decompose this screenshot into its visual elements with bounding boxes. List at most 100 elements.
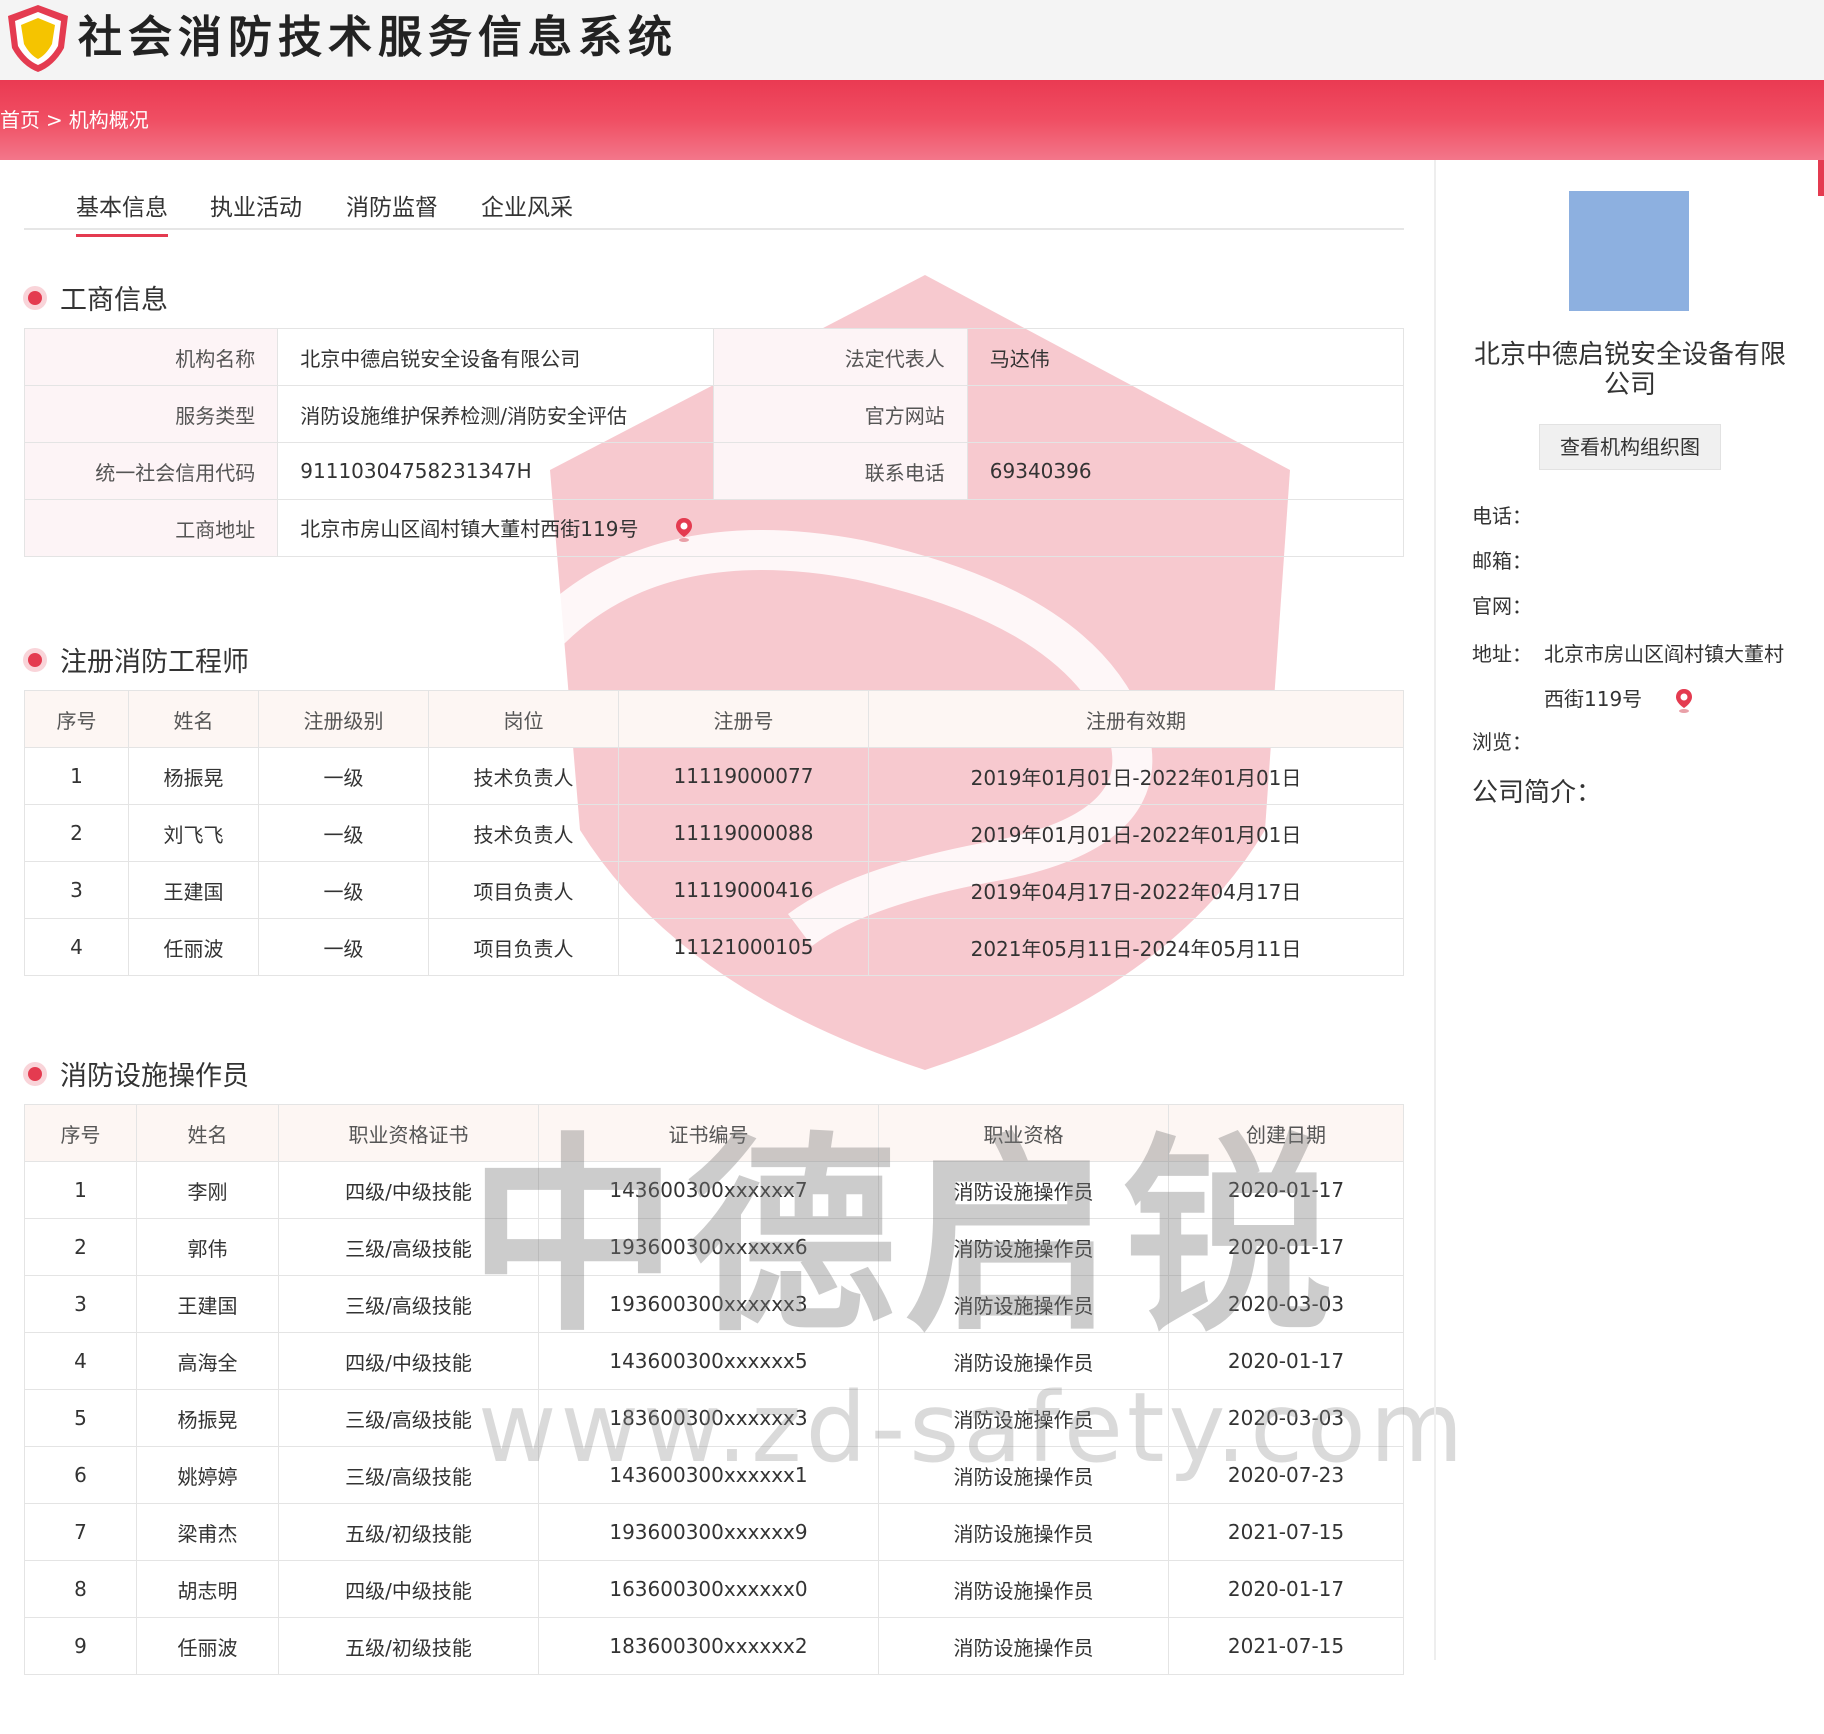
sidebar-company-name: 北京中德启锐安全设备有限公司 [1473,340,1786,400]
table-cell: 四级/中级技能 [278,1332,539,1390]
table-cell: 技术负责人 [428,747,619,805]
table-cell: 消防设施操作员 [878,1617,1169,1675]
tab-company-style[interactable]: 企业风采 [481,188,573,234]
table-cell: 193600300xxxxxx6 [538,1218,879,1276]
table-cell: 项目负责人 [428,918,619,976]
operators-table: 序号 姓名 职业资格证书 证书编号 职业资格 创建日期 1 李刚 四级/中级技能… [24,1104,1404,1675]
table-cell: 4 [24,918,129,976]
table-cell: 1 [24,1161,137,1219]
shield-logo-icon [8,5,68,72]
table-row: 3 王建国 三级/高级技能 193600300xxxxxx3 消防设施操作员 2… [24,1275,1404,1333]
table-cell: 消防设施操作员 [878,1389,1169,1447]
table-row: 7 梁甫杰 五级/初级技能 193600300xxxxxx9 消防设施操作员 2… [24,1503,1404,1561]
table-row: 1 杨振晃 一级 技术负责人 11119000077 2019年01月01日-2… [24,747,1404,805]
view-org-chart-button[interactable]: 查看机构组织图 [1539,424,1721,470]
table-cell: 11119000088 [618,804,869,862]
table-row: 2 郭伟 三级/高级技能 193600300xxxxxx6 消防设施操作员 20… [24,1218,1404,1276]
nav-banner [0,80,1824,160]
table-cell: 2020-01-17 [1168,1161,1404,1219]
company-intro-heading: 公司简介： [1472,778,1603,808]
table-cell: 四级/中级技能 [278,1161,539,1219]
column-header: 序号 [24,690,129,748]
operators-title: 消防设施操作员 [60,1061,249,1092]
business-info-table: 机构名称 北京中德启锐安全设备有限公司 法定代表人 马达伟 服务类型 消防设施维… [23,328,1405,557]
info-label: 官方网站 [713,385,968,443]
breadcrumb: 首页 > 机构概况 [0,104,155,133]
table-cell: 2 [24,804,129,862]
top-header: 社会消防技术服务信息系统 [0,0,1824,80]
table-row: 6 姚婷婷 三级/高级技能 143600300xxxxxx1 消防设施操作员 2… [24,1446,1404,1504]
breadcrumb-separator: > [46,108,63,132]
table-cell: 技术负责人 [428,804,619,862]
column-header: 姓名 [128,690,259,748]
table-cell: 9 [24,1617,137,1675]
table-cell: 消防设施操作员 [878,1446,1169,1504]
table-cell: 一级 [258,747,429,805]
engineers-heading: 注册消防工程师 [28,640,249,679]
table-cell: 2020-03-03 [1168,1389,1404,1447]
table-cell: 2 [24,1218,137,1276]
table-cell: 项目负责人 [428,861,619,919]
table-cell: 6 [24,1446,137,1504]
table-cell: 183600300xxxxxx2 [538,1617,879,1675]
tab-basic-info[interactable]: 基本信息 [76,188,168,237]
table-cell: 刘飞飞 [128,804,259,862]
column-header: 注册号 [618,690,869,748]
engineers-title: 注册消防工程师 [60,647,249,678]
table-row: 2 刘飞飞 一级 技术负责人 11119000088 2019年01月01日-2… [24,804,1404,862]
table-cell: 消防设施操作员 [878,1503,1169,1561]
table-cell: 2021-07-15 [1168,1617,1404,1675]
table-cell: 高海全 [136,1332,279,1390]
info-value: 91110304758231347H [277,442,715,500]
table-cell: 143600300xxxxxx7 [538,1161,879,1219]
section-bullet-icon [28,290,42,305]
table-cell: 2020-01-17 [1168,1560,1404,1618]
operators-heading: 消防设施操作员 [28,1054,249,1093]
table-cell: 193600300xxxxxx3 [538,1275,879,1333]
table-cell: 消防设施操作员 [878,1161,1169,1219]
tab-practice-activities[interactable]: 执业活动 [210,188,302,234]
table-row: 机构名称 北京中德启锐安全设备有限公司 法定代表人 马达伟 [23,328,1405,386]
table-cell: 王建国 [136,1275,279,1333]
table-cell: 梁甫杰 [136,1503,279,1561]
table-cell: 2021年05月11日-2024年05月11日 [868,918,1404,976]
table-cell: 2019年01月01日-2022年01月01日 [868,804,1404,862]
table-row: 3 王建国 一级 项目负责人 11119000416 2019年04月17日-2… [24,861,1404,919]
table-cell: 11119000077 [618,747,869,805]
table-row: 9 任丽波 五级/初级技能 183600300xxxxxx2 消防设施操作员 2… [24,1617,1404,1675]
table-cell: 2019年01月01日-2022年01月01日 [868,747,1404,805]
table-cell: 消防设施操作员 [878,1275,1169,1333]
address-value: 北京市房山区阎村镇大董村西街119号 [300,516,639,541]
table-cell: 一级 [258,804,429,862]
sidebar-address: 地址： 北京市房山区阎村镇大董村西街119号 [1472,632,1792,713]
table-header-row: 序号 姓名 职业资格证书 证书编号 职业资格 创建日期 [24,1104,1404,1162]
table-cell: 三级/高级技能 [278,1389,539,1447]
breadcrumb-current[interactable]: 机构概况 [69,108,149,132]
table-cell: 任丽波 [128,918,259,976]
column-header: 职业资格证书 [278,1104,539,1162]
table-row: 服务类型 消防设施维护保养检测/消防安全评估 官方网站 [23,385,1405,443]
table-cell: 3 [24,861,129,919]
table-cell: 三级/高级技能 [278,1275,539,1333]
location-pin-icon[interactable] [1675,688,1693,714]
table-cell: 王建国 [128,861,259,919]
table-cell: 消防设施操作员 [878,1218,1169,1276]
table-cell: 姚婷婷 [136,1446,279,1504]
table-row: 工商地址 北京市房山区阎村镇大董村西街119号 [23,499,1404,557]
table-row: 4 任丽波 一级 项目负责人 11121000105 2021年05月11日-2… [24,918,1404,976]
table-cell: 一级 [258,861,429,919]
location-pin-icon[interactable] [675,517,693,543]
table-cell: 五级/初级技能 [278,1503,539,1561]
column-header: 序号 [24,1104,137,1162]
breadcrumb-home-link[interactable]: 首页 [0,108,40,132]
company-logo-image [1569,191,1689,311]
table-cell: 2020-01-17 [1168,1218,1404,1276]
column-header: 注册有效期 [868,690,1404,748]
table-cell: 193600300xxxxxx9 [538,1503,879,1561]
table-cell: 任丽波 [136,1617,279,1675]
table-cell: 3 [24,1275,137,1333]
table-cell: 杨振晃 [136,1389,279,1447]
tab-fire-supervision[interactable]: 消防监督 [346,188,438,234]
website-value[interactable] [966,385,1405,443]
table-cell: 7 [24,1503,137,1561]
